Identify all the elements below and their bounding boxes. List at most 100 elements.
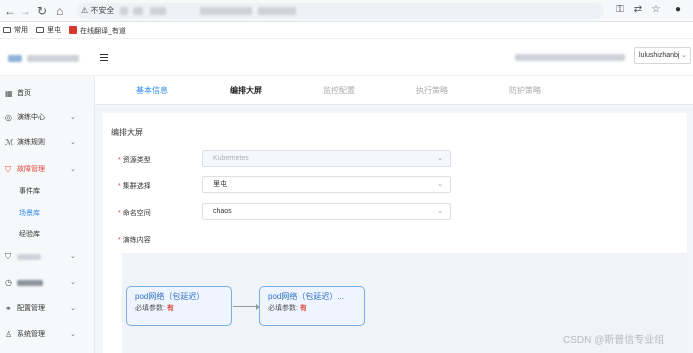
redacted-app-name [27,55,79,62]
target-icon: ◎ [5,113,12,122]
shield-icon: ⛉ [5,252,11,261]
sidebar-item-label: 首页 [17,90,31,97]
shield-icon: ⛉ [5,165,11,174]
user-icon: ♙ [5,330,13,339]
bookmark-label: 在线翻译_有道 [80,28,126,35]
sidebar-subitem-scenarios[interactable]: 场景库 [0,204,95,224]
chevron-down-icon: ⌄ [437,181,443,188]
sidebar-subitem-label: 场景库 [19,210,40,217]
redacted-header-info [515,54,625,61]
sidebar-item-fault-management[interactable]: ⛉ 故障管理 ⌄ [0,160,95,180]
bookmark-folder-common[interactable]: 常用 [3,26,28,35]
fault-node[interactable]: pod网络（包延迟） 必填参数: 有 [126,286,232,326]
chevron-down-icon: ⌄ [70,253,76,260]
sidebar-item-drill-center[interactable]: ◎ 演练中心 ⌄ [0,108,95,128]
chevron-down-icon: ⌄ [70,114,76,121]
sidebar-subitem-events[interactable]: 事件库 [0,182,95,202]
node-param-label: 必填参数: [268,305,298,312]
step-tabs: 基本信息 编排大屏 监控配置 执行策略 防护策略 [95,77,693,105]
field-label-text: 演练内容 [122,237,151,244]
sidebar-item-label: 演练中心 [17,114,45,121]
sidebar: ▦ 首页 ◎ 演练中心 ⌄ ℳ 演练规则 ⌄ ⛉ 故障管理 ⌄ 事件库 场景库 … [0,76,95,353]
sidebar-item-home[interactable]: ▦ 首页 [0,84,95,104]
link-icon: ⚭ [5,304,12,313]
clock-icon: ◷ [5,278,12,287]
field-label-text: 命名空间 [122,210,151,217]
select-value: 里屯 [213,181,227,188]
tab-protection-policy[interactable]: 防护策略 [509,85,541,96]
redacted-menu-label [17,280,43,286]
cluster-select[interactable]: 里屯 ⌄ [202,176,451,193]
sidebar-item-redacted-1[interactable]: ⛉ ⌄ [0,247,95,267]
field-label-text: 集群选择 [122,183,151,190]
sidebar-item-label: 演练规则 [17,139,45,146]
node-param-value: 有 [299,305,307,312]
chart-icon: ℳ [5,138,14,147]
app-logo [8,55,22,62]
redacted-url-part [133,7,143,15]
user-dropdown[interactable]: lulushizhanbj ⌄ [634,47,691,64]
resource-type-label: * 资源类型 [118,157,151,164]
key-icon[interactable]: ⚿ [614,4,626,16]
namespace-label: * 命名空间 [118,210,151,217]
field-label-text: 资源类型 [122,157,151,164]
redacted-url-part [120,7,128,15]
tab-orchestration[interactable]: 编排大屏 [230,85,262,96]
flow-arrow [233,304,260,310]
back-icon[interactable]: ← [4,3,16,19]
chevron-up-icon: ⌄ [70,166,76,173]
bookmark-folder-litun[interactable]: 里屯 [36,26,61,35]
tab-monitoring[interactable]: 监控配置 [323,85,355,96]
section-title: 编排大屏 [111,128,143,137]
profile-icon[interactable]: ● [672,4,684,16]
reload-icon[interactable]: ↻ [37,3,47,19]
sidebar-item-label: 故障管理 [17,166,45,173]
cluster-label: * 集群选择 [118,183,151,190]
translate-icon[interactable]: ⇄ [632,4,644,16]
folder-icon [3,27,11,33]
namespace-select[interactable]: chaos ⌄ [202,203,451,220]
collapse-menu-icon[interactable] [100,54,108,61]
chevron-down-icon: ⌄ [437,155,443,162]
security-badge-label: 不安全 [90,6,115,15]
sidebar-item-label: 配置管理 [17,305,45,312]
sidebar-subitem-experience[interactable]: 经验库 [0,225,95,245]
star-icon[interactable]: ☆ [650,4,662,16]
user-name: lulushizhanbj [639,52,680,59]
chevron-down-icon: ⌄ [70,305,76,312]
bookmark-youdao[interactable]: 在线翻译_有道 [69,26,126,36]
tab-execution-policy[interactable]: 执行策略 [416,85,448,96]
tab-basic-info[interactable]: 基本信息 [136,85,168,96]
grid-icon: ▦ [5,89,13,98]
bookmark-label: 常用 [14,27,28,34]
watermark: CSDN @斯普信专业组 [563,335,665,346]
redacted-url-part [258,7,296,15]
security-badge[interactable]: ⚠ 不安全 [81,5,114,17]
sidebar-item-redacted-2[interactable]: ◷ ⌄ [0,273,95,293]
folder-icon [36,27,44,33]
chevron-down-icon: ⌄ [681,52,687,59]
node-param-label: 必填参数: [135,305,165,312]
sidebar-subitem-label: 经验库 [19,231,40,238]
select-value: Kubernetes [213,155,249,162]
resource-type-select: Kubernetes ⌄ [202,150,451,167]
sidebar-item-drill-rules[interactable]: ℳ 演练规则 ⌄ [0,133,95,153]
select-value: chaos [213,208,232,215]
youdao-icon [69,26,77,34]
bookmarks-bar: 常用 里屯 在线翻译_有道 [0,22,693,39]
sidebar-subitem-label: 事件库 [19,188,40,195]
sidebar-item-config-management[interactable]: ⚭ 配置管理 ⌄ [0,299,95,319]
home-icon[interactable]: ⌂ [56,3,63,19]
node-param: 必填参数: 有 [135,303,223,315]
forward-icon[interactable]: → [19,3,31,19]
chevron-down-icon: ⌄ [70,139,76,146]
chevron-down-icon: ⌄ [70,331,76,338]
bookmark-label: 里屯 [47,27,61,34]
node-param-value: 有 [166,305,174,312]
node-param: 必填参数: 有 [268,303,356,315]
chevron-down-icon: ⌄ [437,208,443,215]
sidebar-item-label: 系统管理 [17,331,45,338]
redacted-url-part [200,7,252,15]
sidebar-item-system-management[interactable]: ♙ 系统管理 ⌄ [0,325,95,345]
fault-node[interactable]: pod网络（包延迟）... 必填参数: 有 [259,286,365,326]
